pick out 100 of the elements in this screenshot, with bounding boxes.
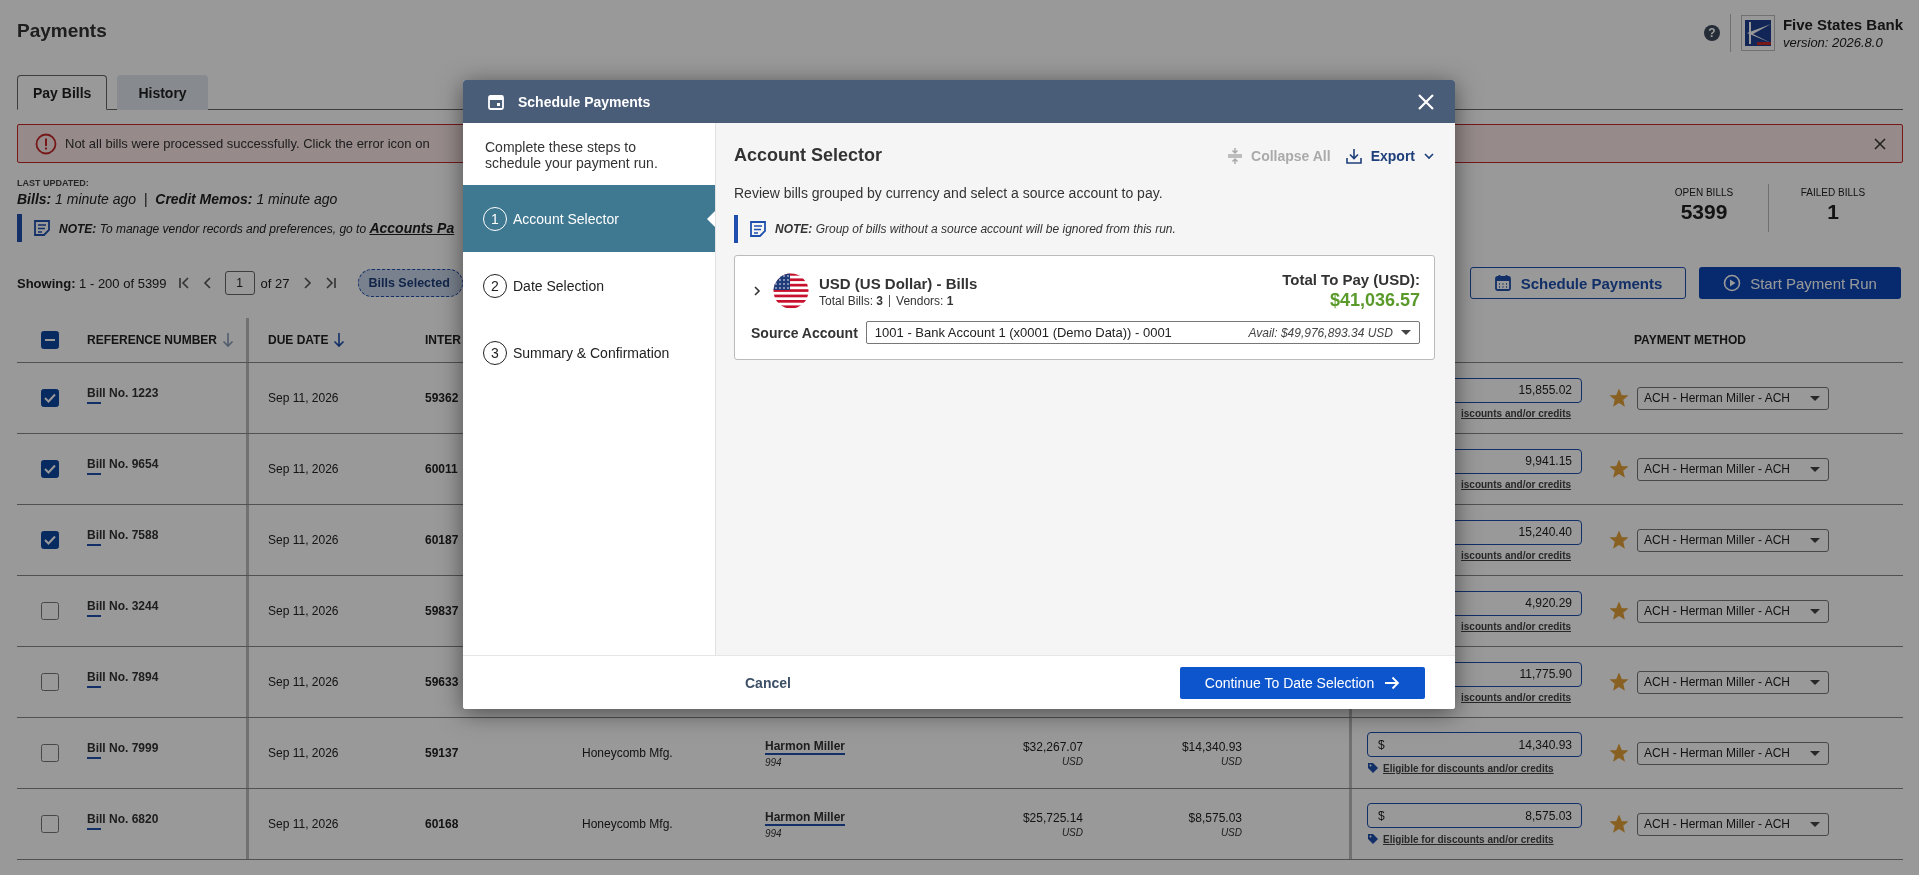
discount-link[interactable]: iscounts and/or credits: [1461, 549, 1572, 561]
checkbox[interactable]: [41, 602, 59, 620]
arrow-right-icon: [1384, 675, 1401, 690]
close-icon[interactable]: [1874, 137, 1886, 150]
contact-link[interactable]: Harmon Miller: [765, 809, 845, 826]
currency-text: USD: [1061, 826, 1083, 838]
note-text: NOTE: Group of bills without a source account will be ignored from this run.: [775, 222, 1176, 236]
tab[interactable]: Pay Bills: [17, 75, 108, 110]
description-text: Review bills grouped by currency and select a source account to pay.: [734, 185, 1164, 201]
group-title: USD (US Dollar) - Bills: [819, 274, 979, 292]
note-icon: [33, 219, 51, 237]
payment-method-select[interactable]: ACH - Herman Miller - ACH: [1637, 741, 1829, 765]
bill-link[interactable]: Bill No. 7999: [87, 741, 159, 759]
caret-icon: [1401, 330, 1411, 335]
sort-arrow-icon[interactable]: [222, 332, 234, 348]
page-count: of 27: [260, 275, 290, 291]
stat-value: 5399: [1679, 200, 1729, 224]
caret-icon: [1810, 679, 1820, 685]
last-updated-text: Bills: 1 minute ago | Credit Memos: 1 minute ago: [17, 191, 339, 207]
action-button[interactable]: Start Payment Run: [1699, 267, 1901, 299]
amount-text: $8,575.03: [1188, 810, 1242, 825]
column-header[interactable]: REFERENCE NUMBER: [87, 333, 217, 347]
payment-method-select[interactable]: ACH - Herman Miller - ACH: [1637, 386, 1829, 410]
payment-method-select[interactable]: ACH - Herman Miller - ACH: [1637, 812, 1829, 836]
action-button[interactable]: Schedule Payments: [1470, 267, 1686, 299]
toolbar-button[interactable]: Export: [1344, 146, 1435, 165]
stat-value: 1: [1826, 200, 1840, 224]
checkbox[interactable]: [41, 815, 59, 833]
bill-link[interactable]: Bill No. 9654: [87, 457, 159, 475]
discount-link[interactable]: iscounts and/or credits: [1461, 407, 1572, 419]
tab[interactable]: History: [117, 75, 208, 110]
discount-link[interactable]: Eligible for discounts and/or credits: [1383, 833, 1554, 845]
note-icon: [749, 220, 767, 238]
bill-count: Total Bills: 3: [819, 293, 884, 308]
due-date: Sep 11, 2026: [268, 746, 339, 760]
showing-text: Showing: 1 - 200 of 5399: [17, 275, 167, 291]
column-header[interactable]: PAYMENT METHOD: [1634, 333, 1746, 347]
bill-link[interactable]: Bill No. 6820: [87, 812, 159, 830]
last-page-icon[interactable]: [323, 276, 338, 290]
table-cell: 60187: [425, 533, 459, 547]
source-account-select[interactable]: 1001 - Bank Account 1 (x0001 (Demo Data)) - 0001 Avail: $49,976,893.34 USD: [865, 321, 1420, 344]
bills-selected-pill[interactable]: Bills Selected: [357, 269, 463, 297]
sort-arrow-icon[interactable]: [333, 332, 346, 348]
payment-method-select[interactable]: ACH - Herman Miller - ACH: [1637, 599, 1829, 623]
continue-button[interactable]: Continue To Date Selection: [1180, 666, 1425, 699]
table-cell: 59362: [425, 391, 459, 405]
amount-text: $25,725.14: [1022, 810, 1083, 825]
step-item[interactable]: 2 Date Selection: [463, 252, 715, 319]
section-title: Account Selector: [734, 145, 883, 166]
payment-method-select[interactable]: ACH - Herman Miller - ACH: [1637, 670, 1829, 694]
dialog-title: Schedule Payments: [518, 93, 652, 110]
first-page-icon[interactable]: [176, 276, 191, 290]
due-date: Sep 11, 2026: [268, 391, 339, 405]
caret-icon: [1810, 395, 1820, 401]
flag-icon: [773, 273, 809, 309]
caret-icon: [1810, 821, 1820, 827]
step-item[interactable]: 3 Summary & Confirmation: [463, 319, 715, 386]
checkbox[interactable]: [41, 460, 59, 478]
caret-icon: [1810, 466, 1820, 472]
column-header[interactable]: INTER: [425, 333, 461, 347]
checkbox[interactable]: [41, 673, 59, 691]
bill-link[interactable]: Bill No. 7588: [87, 528, 159, 546]
note-text: NOTE: To manage vendor records and preferences, go to Accounts Pa: [59, 220, 455, 236]
error-icon: [35, 132, 57, 155]
cancel-button[interactable]: Cancel: [745, 674, 791, 691]
page-field[interactable]: 1: [224, 271, 255, 295]
play-icon: [1723, 274, 1742, 292]
table-cell: 60011: [425, 462, 458, 476]
caret-icon: [1810, 537, 1820, 543]
checkbox[interactable]: [41, 389, 59, 407]
contact-link[interactable]: Harmon Miller: [765, 738, 845, 755]
currency-text: USD: [1220, 826, 1242, 838]
discount-link[interactable]: iscounts and/or credits: [1461, 620, 1572, 632]
intro-text: Complete these steps to schedule your payment run.: [484, 138, 659, 173]
checkbox[interactable]: [41, 331, 59, 349]
payment-amount-field[interactable]: $ 8,575.03: [1367, 803, 1582, 828]
contact-id: 994: [765, 827, 782, 839]
calendar-icon: [1493, 274, 1512, 292]
bill-link[interactable]: Bill No. 3244: [87, 599, 159, 617]
help-button[interactable]: ?: [1703, 25, 1720, 41]
accounts-link[interactable]: Accounts Pa: [369, 220, 455, 236]
calendar-icon: [487, 92, 505, 111]
currency-text: USD: [1061, 755, 1083, 767]
payment-method-select[interactable]: ACH - Herman Miller - ACH: [1637, 457, 1829, 481]
discount-link[interactable]: iscounts and/or credits: [1461, 478, 1572, 490]
due-date: Sep 11, 2026: [268, 675, 339, 689]
step-item[interactable]: 1 Account Selector: [463, 185, 715, 252]
bill-link[interactable]: Bill No. 7894: [87, 670, 159, 688]
amount-text: $14,340.93: [1181, 739, 1242, 754]
payment-method-select[interactable]: ACH - Herman Miller - ACH: [1637, 528, 1829, 552]
chevron-right-icon[interactable]: [751, 285, 763, 297]
payment-amount-field[interactable]: $ 14,340.93: [1367, 732, 1582, 757]
source-account-label: Source Account: [751, 324, 858, 341]
checkbox[interactable]: [41, 744, 59, 762]
discount-link[interactable]: Eligible for discounts and/or credits: [1383, 762, 1554, 774]
bill-link[interactable]: Bill No. 1223: [87, 386, 159, 404]
column-header[interactable]: DUE DATE: [268, 333, 329, 347]
discount-link[interactable]: iscounts and/or credits: [1461, 691, 1572, 703]
download-icon: [1344, 146, 1363, 165]
checkbox[interactable]: [41, 531, 59, 549]
